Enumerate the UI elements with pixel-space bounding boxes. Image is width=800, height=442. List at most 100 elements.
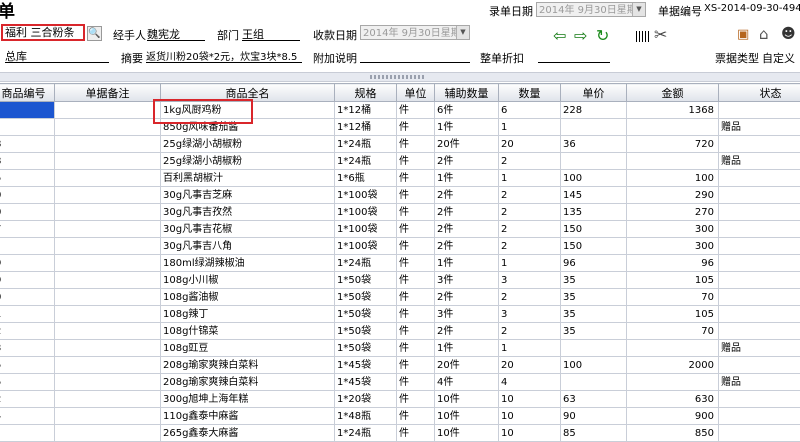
cell-note[interactable]: [55, 391, 161, 408]
cell-qty[interactable]: 10: [499, 408, 561, 425]
cell-aux-qty[interactable]: 2件: [435, 238, 499, 255]
cell-name[interactable]: 108g豇豆: [161, 340, 335, 357]
search-icon[interactable]: 🔍: [87, 26, 102, 41]
cell-unit[interactable]: 件: [397, 221, 435, 238]
cell-name[interactable]: 108g酱油椒: [161, 289, 335, 306]
cell-status[interactable]: 赠品: [719, 340, 800, 357]
cell-status[interactable]: [719, 187, 800, 204]
cell-unit[interactable]: 件: [397, 425, 435, 442]
cell-qty[interactable]: 1: [499, 170, 561, 187]
table-row[interactable]: 825g绿湖小胡椒粉1*24瓶件20件2036720: [0, 136, 800, 153]
cell-qty[interactable]: 2: [499, 187, 561, 204]
cell-spec[interactable]: 1*24瓶: [335, 425, 397, 442]
cell-note[interactable]: [55, 136, 161, 153]
cell-note[interactable]: [55, 238, 161, 255]
discount-field[interactable]: [538, 48, 610, 63]
cell-price[interactable]: 35: [561, 306, 627, 323]
col-header-amount[interactable]: 金额: [627, 84, 719, 102]
cell-qty[interactable]: 2: [499, 238, 561, 255]
cell-qty[interactable]: 20: [499, 136, 561, 153]
cell-code[interactable]: 0: [0, 187, 55, 204]
chevron-down-icon[interactable]: ▼: [632, 3, 645, 16]
cell-unit[interactable]: 件: [397, 408, 435, 425]
cell-aux-qty[interactable]: 2件: [435, 289, 499, 306]
cell-note[interactable]: [55, 374, 161, 391]
cell-name[interactable]: 208g瑜家爽辣白菜料: [161, 357, 335, 374]
cell-note[interactable]: [55, 425, 161, 442]
col-header-aux-qty[interactable]: 辅助数量: [435, 84, 499, 102]
cell-code[interactable]: 8: [0, 136, 55, 153]
cell-code[interactable]: 5: [0, 374, 55, 391]
table-row[interactable]: 2108g什锦菜1*50袋件2件23570: [0, 323, 800, 340]
cell-code[interactable]: 3: [0, 340, 55, 357]
cell-status[interactable]: 赠品: [719, 153, 800, 170]
table-row[interactable]: 4110g鑫泰中麻酱1*48瓶件10件1090900: [0, 408, 800, 425]
cell-qty[interactable]: 10: [499, 391, 561, 408]
bag-icon[interactable]: ▣: [737, 27, 749, 43]
cell-name[interactable]: 30g凡事吉孜然: [161, 204, 335, 221]
cell-status[interactable]: 赠品: [719, 119, 800, 136]
cell-amount[interactable]: 96: [627, 255, 719, 272]
table-row[interactable]: 1108g辣丁1*50袋件3件335105: [0, 306, 800, 323]
cell-qty[interactable]: 3: [499, 306, 561, 323]
cell-spec[interactable]: 1*100袋: [335, 238, 397, 255]
cell-aux-qty[interactable]: 10件: [435, 391, 499, 408]
cell-note[interactable]: [55, 119, 161, 136]
cell-spec[interactable]: 1*20袋: [335, 391, 397, 408]
chevron-down-icon[interactable]: ▼: [456, 26, 469, 39]
cell-code[interactable]: 5: [0, 357, 55, 374]
refresh-icon[interactable]: ↻: [596, 28, 609, 44]
cell-aux-qty[interactable]: 10件: [435, 425, 499, 442]
cell-name[interactable]: 180ml绿湖辣椒油: [161, 255, 335, 272]
col-header-status[interactable]: 状态: [719, 84, 800, 102]
cell-status[interactable]: 赠品: [719, 374, 800, 391]
cell-note[interactable]: [55, 323, 161, 340]
cell-aux-qty[interactable]: 4件: [435, 374, 499, 391]
cell-unit[interactable]: 件: [397, 119, 435, 136]
splitter-grip[interactable]: [370, 75, 426, 79]
cell-code[interactable]: 9: [0, 255, 55, 272]
cell-aux-qty[interactable]: 2件: [435, 204, 499, 221]
cell-spec[interactable]: 1*48瓶: [335, 408, 397, 425]
table-row[interactable]: 265g鑫泰大麻酱1*24瓶件10件1085850: [0, 425, 800, 442]
table-row[interactable]: 1kg风厨鸡粉1*12桶件6件62281368: [0, 102, 800, 119]
cell-note[interactable]: [55, 272, 161, 289]
table-row[interactable]: 5208g瑜家爽辣白菜料1*45袋件20件201002000: [0, 357, 800, 374]
cell-qty[interactable]: 2: [499, 289, 561, 306]
cell-status[interactable]: [719, 170, 800, 187]
cell-amount[interactable]: 720: [627, 136, 719, 153]
cell-price[interactable]: 35: [561, 272, 627, 289]
cell-spec[interactable]: 1*50袋: [335, 323, 397, 340]
cell-status[interactable]: [719, 306, 800, 323]
cell-spec[interactable]: 1*50袋: [335, 340, 397, 357]
cell-name[interactable]: 110g鑫泰中麻酱: [161, 408, 335, 425]
table-row[interactable]: 030g凡事吉孜然1*100袋件2件2135270: [0, 204, 800, 221]
cell-price[interactable]: 36: [561, 136, 627, 153]
cell-amount[interactable]: 100: [627, 170, 719, 187]
cell-aux-qty[interactable]: 1件: [435, 170, 499, 187]
barcode-icon[interactable]: [636, 31, 650, 42]
cell-aux-qty[interactable]: 2件: [435, 153, 499, 170]
cell-unit[interactable]: 件: [397, 391, 435, 408]
cell-name[interactable]: 108g小川椒: [161, 272, 335, 289]
cell-aux-qty[interactable]: 20件: [435, 136, 499, 153]
cell-qty[interactable]: 2: [499, 221, 561, 238]
col-header-qty[interactable]: 数量: [499, 84, 561, 102]
cell-unit[interactable]: 件: [397, 340, 435, 357]
cell-status[interactable]: [719, 323, 800, 340]
cell-aux-qty[interactable]: 1件: [435, 340, 499, 357]
tools-icon[interactable]: ✂: [654, 27, 667, 43]
cell-status[interactable]: [719, 272, 800, 289]
cell-aux-qty[interactable]: 1件: [435, 119, 499, 136]
cell-amount[interactable]: [627, 153, 719, 170]
cell-status[interactable]: [719, 204, 800, 221]
cell-qty[interactable]: 2: [499, 323, 561, 340]
cell-spec[interactable]: 1*50袋: [335, 272, 397, 289]
dept-field[interactable]: 王组: [242, 26, 300, 41]
cell-code[interactable]: 0: [0, 204, 55, 221]
cell-aux-qty[interactable]: 6件: [435, 102, 499, 119]
cell-code[interactable]: 7: [0, 221, 55, 238]
col-header-price[interactable]: 单价: [561, 84, 627, 102]
cell-spec[interactable]: 1*45袋: [335, 357, 397, 374]
cell-code[interactable]: 1: [0, 306, 55, 323]
